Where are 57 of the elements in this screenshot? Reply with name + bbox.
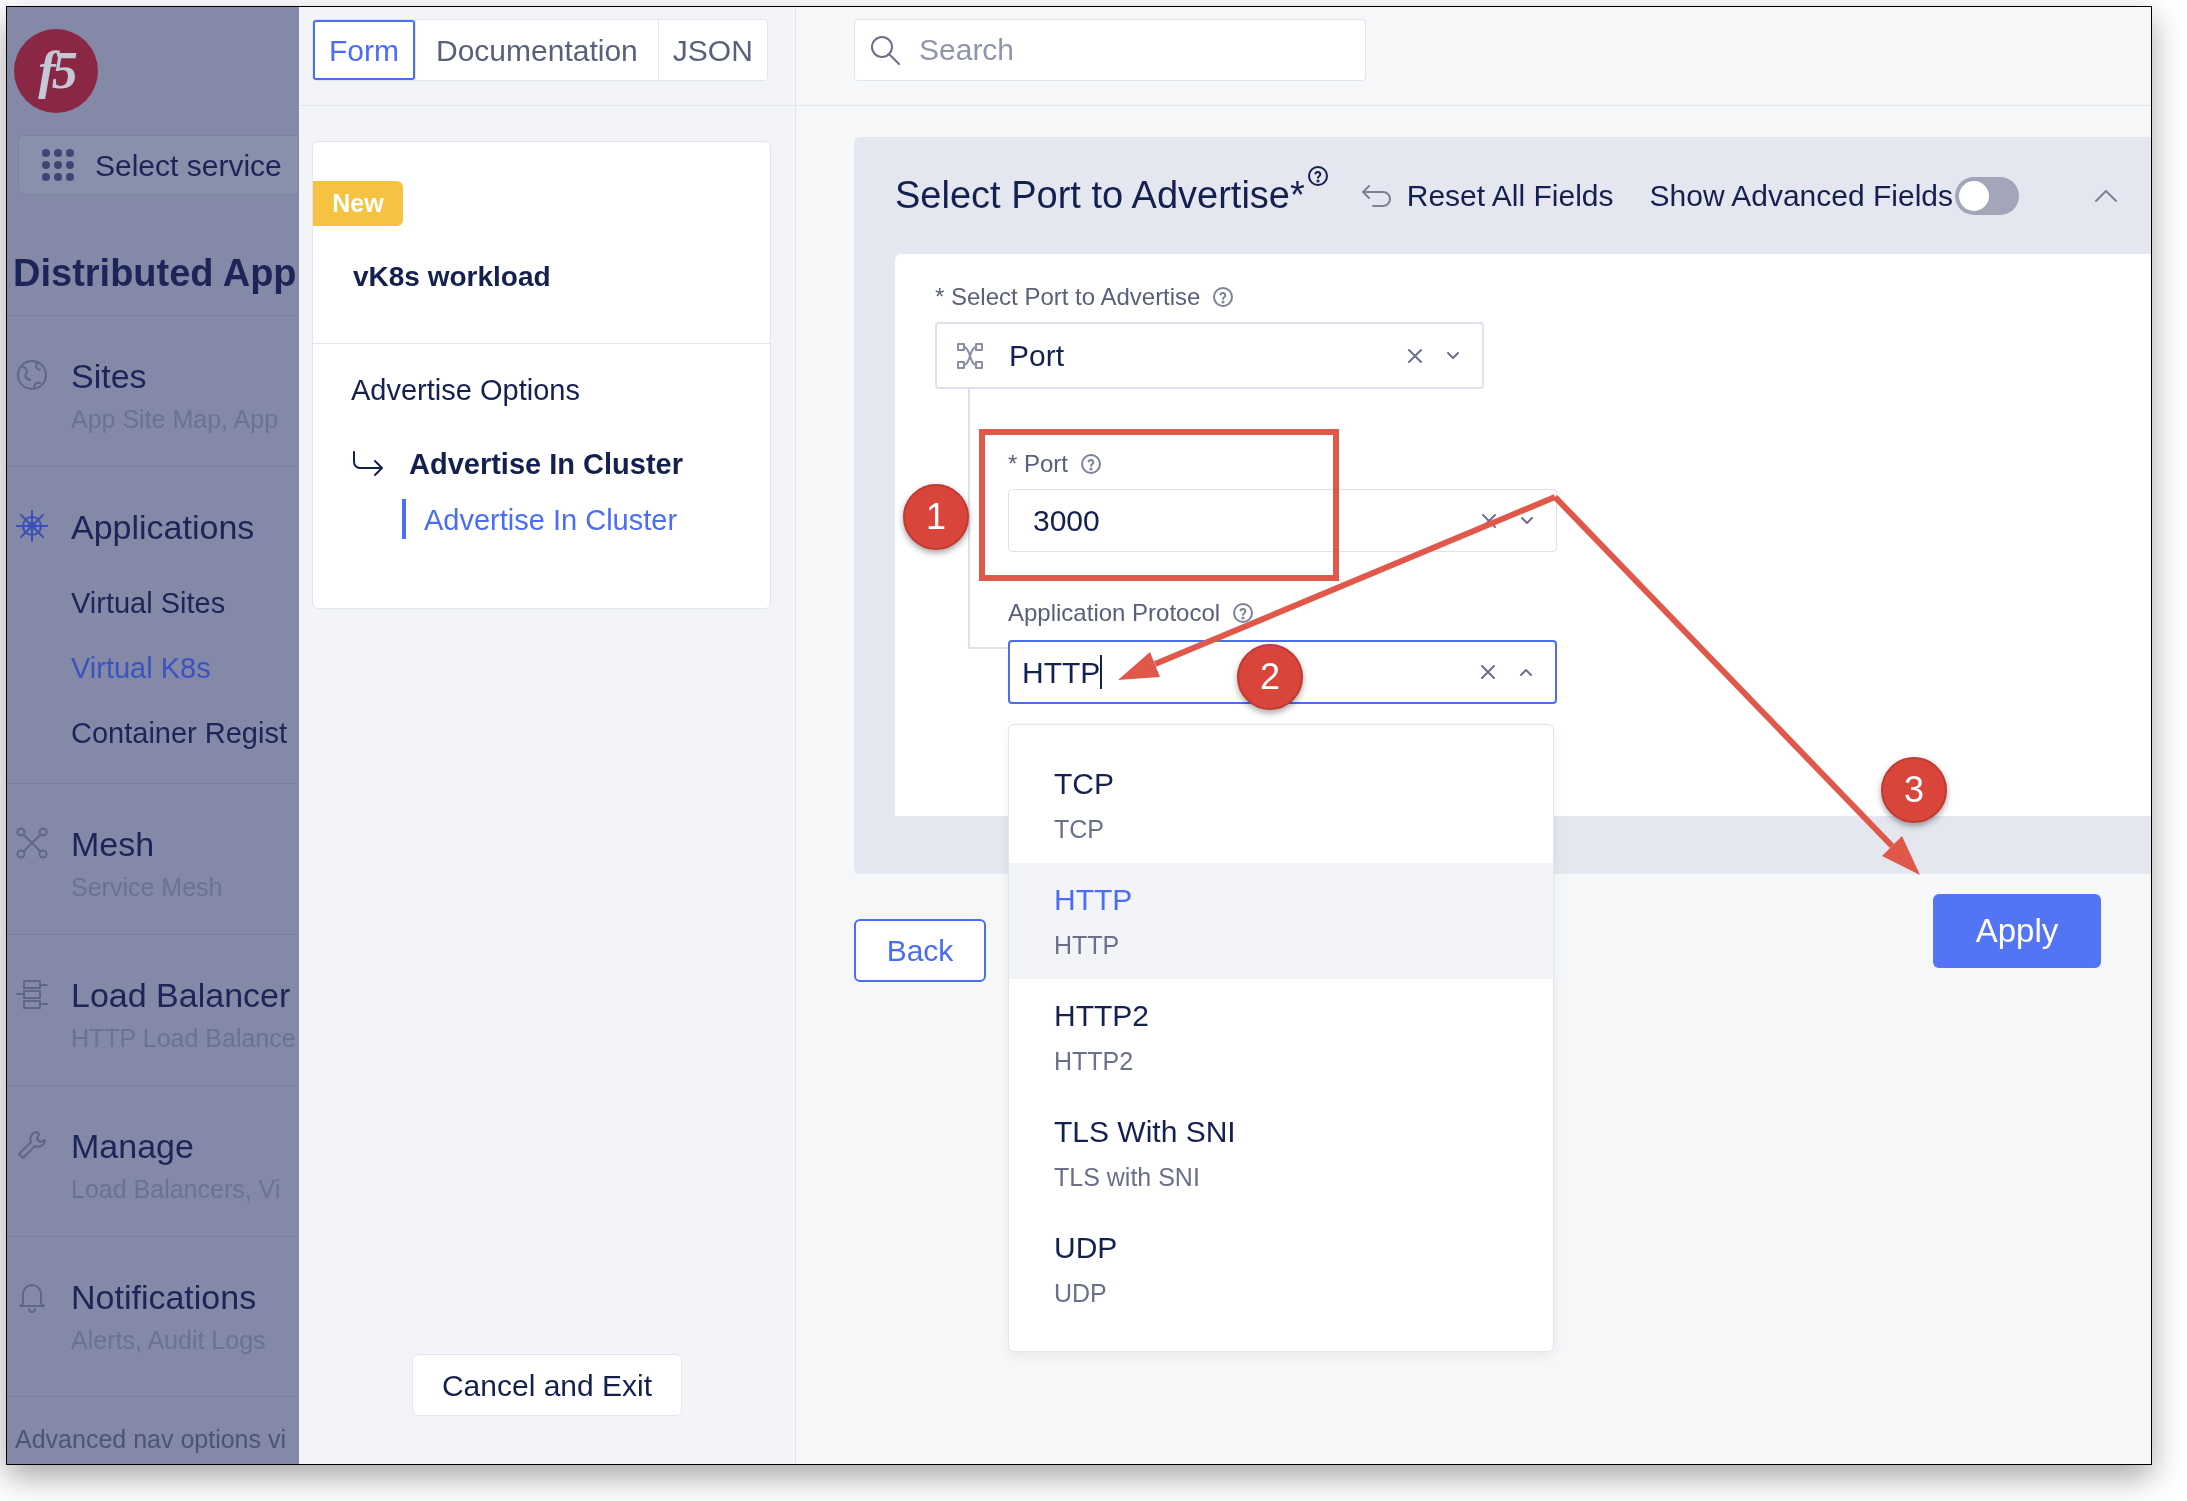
nav-subitem[interactable]: Virtual Sites	[71, 583, 287, 623]
nav-item[interactable]: Applications	[71, 507, 287, 547]
back-button[interactable]: Back	[854, 919, 986, 982]
help-icon	[1306, 165, 1329, 187]
nodes-icon	[955, 340, 985, 371]
mesh-icon	[15, 826, 49, 860]
clear-icon	[1480, 511, 1498, 530]
reset-button[interactable]: Reset All Fields	[1358, 173, 1614, 218]
field-label: Application Protocol	[1008, 598, 1221, 628]
server-stack-icon	[15, 977, 49, 1011]
toggle-label: Show Advanced Fields	[1649, 178, 1954, 214]
new-badge: New	[313, 181, 403, 226]
tab[interactable]: JSON	[657, 20, 767, 80]
dropdown-option[interactable]: TLS With SNI TLS with SNI	[1009, 1095, 1553, 1211]
section-title: Select Port to Advertise*	[895, 173, 1305, 218]
option-subtitle: HTTP	[1054, 930, 1121, 961]
option-subtitle: HTTP2	[1054, 1046, 1135, 1077]
port-choice-dropdown[interactable]: Port	[935, 322, 1484, 389]
globe-icon	[15, 358, 49, 392]
field-label: * Port	[1008, 449, 1069, 479]
outline-group: Advertise Options	[351, 369, 770, 409]
nav-item[interactable]: Notifications	[71, 1277, 266, 1317]
nav-item[interactable]: Sites	[71, 356, 279, 396]
search-icon	[868, 33, 902, 67]
section-heading: Distributed App	[13, 251, 298, 296]
apply-button[interactable]: Apply	[1933, 894, 2101, 968]
clear-icon	[1479, 663, 1497, 681]
dropdown-option[interactable]: TCP TCP	[1009, 747, 1553, 863]
dropdown-option[interactable]: UDP UDP	[1009, 1211, 1553, 1327]
nav-item[interactable]: Load Balancer	[71, 975, 296, 1015]
nav-item[interactable]: Manage	[71, 1126, 281, 1166]
outline-section[interactable]: Advertise In Cluster	[409, 443, 683, 487]
dropdown-option[interactable]: HTTP2 HTTP2	[1009, 979, 1553, 1095]
wrench-icon	[15, 1128, 49, 1162]
dropdown-option[interactable]: HTTP HTTP	[1009, 863, 1553, 979]
tab[interactable]: Documentation	[415, 20, 658, 80]
search-field[interactable]: Search	[854, 19, 1366, 81]
help-icon	[1080, 453, 1103, 475]
help-icon	[1232, 602, 1255, 624]
option-subtitle: TCP	[1054, 814, 1105, 845]
port-field[interactable]: 3000	[1008, 489, 1557, 552]
select-service-button[interactable]: Select service	[18, 135, 299, 195]
option-subtitle: TLS with SNI	[1054, 1162, 1201, 1193]
field-label: * Select Port to Advertise	[935, 282, 1201, 312]
logo: f5	[14, 29, 98, 113]
clear-icon	[1406, 346, 1424, 365]
apps-grid-icon	[41, 148, 75, 182]
advanced-fields-toggle[interactable]	[1955, 176, 2020, 215]
nav-subitem[interactable]: Container Regist	[71, 713, 287, 753]
option-subtitle: UDP	[1054, 1278, 1108, 1309]
help-icon	[1212, 286, 1235, 308]
workload-title: vK8s workload	[353, 260, 552, 294]
outline-link[interactable]: Advertise In Cluster	[402, 499, 770, 539]
cancel-button[interactable]: Cancel and Exit	[412, 1354, 682, 1416]
nav-item[interactable]: Mesh	[71, 824, 223, 864]
helm-wheel-icon	[15, 509, 49, 543]
tab[interactable]: Form	[313, 20, 415, 80]
